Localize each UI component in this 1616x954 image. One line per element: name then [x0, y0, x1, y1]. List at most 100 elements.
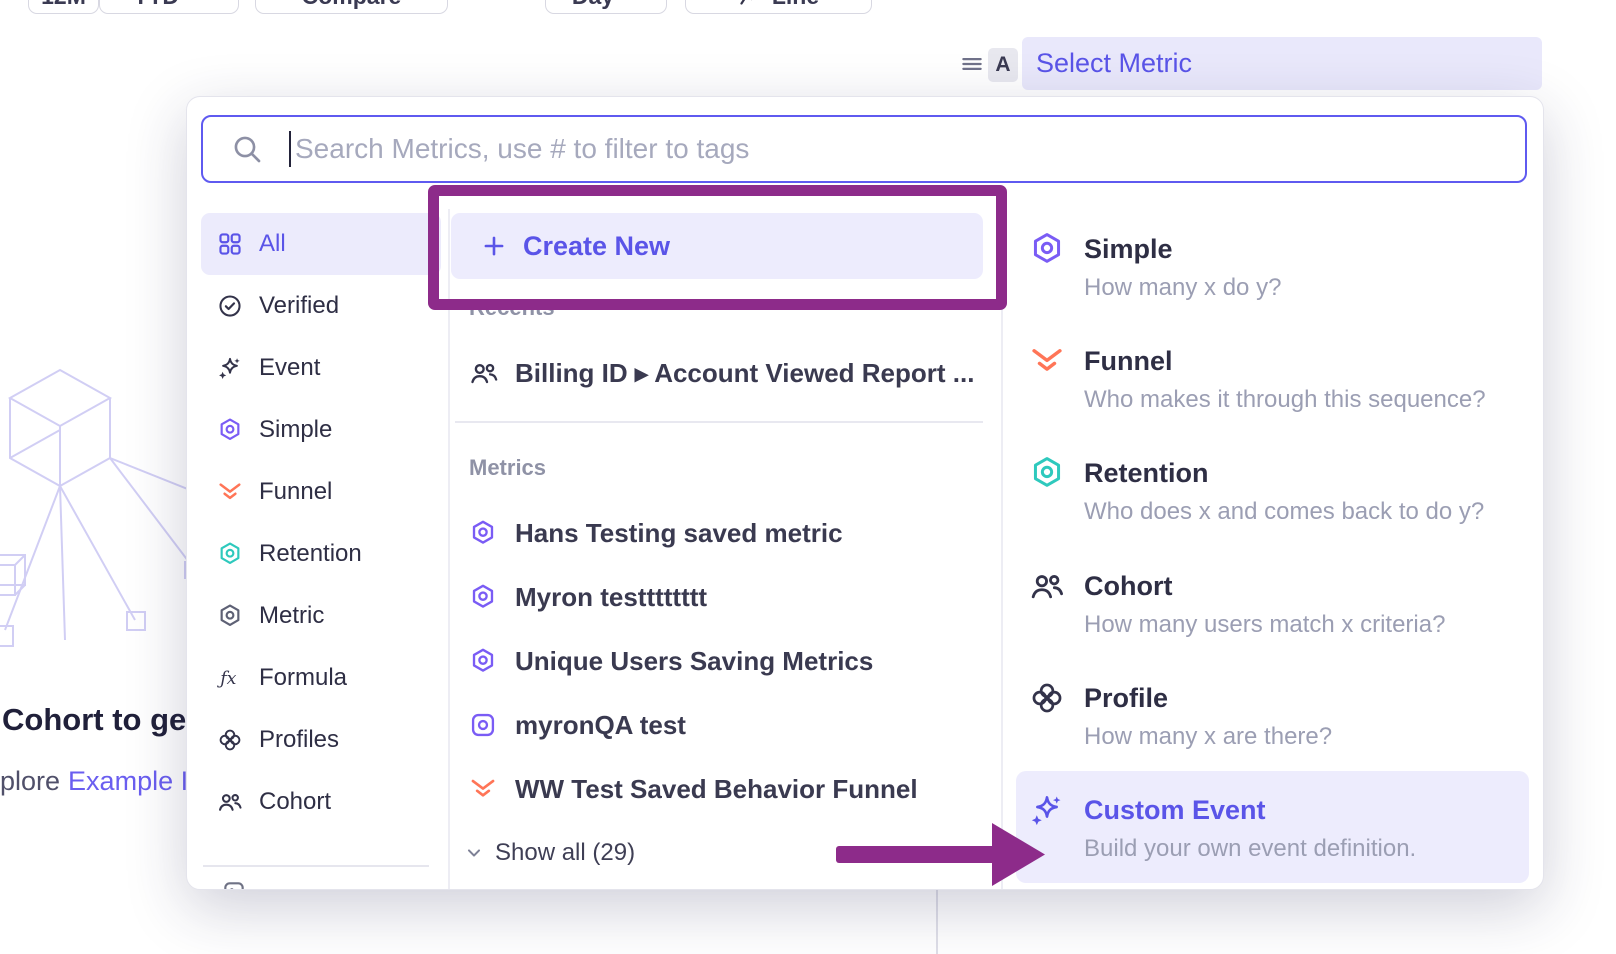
- panel-divider: [936, 889, 938, 954]
- metric-type-title: Cohort: [1084, 570, 1172, 602]
- funnel-icon: [217, 479, 243, 505]
- category-event[interactable]: Event: [201, 337, 441, 399]
- flower-icon: [217, 727, 243, 753]
- plus-icon: [481, 233, 507, 259]
- saved-metric-item[interactable]: Unique Users Saving Metrics: [469, 629, 873, 693]
- tag-icon: [221, 879, 247, 890]
- category-list: All Verified Event Simple Funnel Retenti…: [201, 213, 441, 890]
- search-input[interactable]: [291, 133, 1525, 165]
- category-label: Formula: [259, 664, 347, 692]
- select-metric-field[interactable]: Select Metric: [1022, 37, 1542, 90]
- category-label: Metric: [259, 602, 324, 630]
- category-profiles[interactable]: Profiles: [201, 709, 441, 771]
- category-label: Verified: [259, 292, 339, 320]
- hexagon-purple-icon: [469, 647, 497, 675]
- saved-metric-item[interactable]: WW Test Saved Behavior Funnel: [469, 757, 918, 821]
- grid-icon: [217, 231, 243, 257]
- category-simple[interactable]: Simple: [201, 399, 441, 461]
- category-verified[interactable]: Verified: [201, 275, 441, 337]
- metric-type-cohort[interactable]: Cohort How many users match x criteria?: [1016, 558, 1529, 662]
- saved-metric-item[interactable]: Hans Testing saved metric: [469, 501, 843, 565]
- compare-label: Compare: [302, 0, 402, 10]
- metric-type-description: Build your own event definition.: [1084, 834, 1416, 864]
- category-divider: [203, 865, 429, 867]
- category-label: Profiles: [259, 726, 339, 754]
- metric-type-title: Retention: [1084, 457, 1209, 489]
- category-label: Simple: [259, 416, 332, 444]
- category-label: All: [259, 230, 286, 258]
- metric-picker-modal: All Verified Event Simple Funnel Retenti…: [186, 96, 1544, 890]
- column-divider: [1001, 209, 1003, 890]
- select-metric-label: Select Metric: [1036, 48, 1192, 79]
- rounded-square-purple-icon: [469, 711, 497, 739]
- category-formula[interactable]: Formula: [201, 647, 441, 709]
- metric-type-title: Profile: [1084, 682, 1168, 714]
- range-12m-label: 12M: [41, 0, 86, 10]
- range-ytd-label: YTD: [133, 0, 179, 10]
- category-label: Event: [259, 354, 320, 382]
- category-label: Retention: [259, 540, 362, 568]
- category-all[interactable]: All: [201, 213, 441, 275]
- section-divider: [455, 421, 983, 423]
- metric-type-funnel[interactable]: Funnel Who makes it through this sequenc…: [1016, 333, 1529, 437]
- metric-type-custom-event[interactable]: Custom Event Build your own event defini…: [1016, 771, 1529, 883]
- metric-type-profile[interactable]: Profile How many x are there?: [1016, 670, 1529, 774]
- flower-icon: [1029, 680, 1065, 716]
- hexagon-purple-icon: [469, 519, 497, 547]
- saved-metric-label: WW Test Saved Behavior Funnel: [515, 774, 918, 805]
- column-divider: [448, 209, 450, 890]
- search-icon: [231, 133, 263, 165]
- category-label: Funnel: [259, 478, 332, 506]
- search-box[interactable]: [201, 115, 1527, 183]
- metric-type-description: How many x do y?: [1084, 273, 1281, 303]
- retention-icon: [217, 541, 243, 567]
- funnel-icon: [469, 775, 497, 803]
- recent-item[interactable]: Billing ID ▸ Account Viewed Report ...: [469, 345, 974, 401]
- category-cohort[interactable]: Cohort: [201, 771, 441, 833]
- granularity-day-button[interactable]: Day: [545, 0, 667, 14]
- people-icon: [217, 789, 243, 815]
- saved-metric-item[interactable]: myronQA test: [469, 693, 686, 757]
- people-icon: [469, 358, 499, 388]
- series-badge-label: A: [995, 53, 1010, 77]
- caret-down-icon: [189, 0, 205, 4]
- hexagon-gray-icon: [217, 603, 243, 629]
- example-link[interactable]: Example I: [68, 766, 188, 796]
- chart-type-line-button[interactable]: Line: [685, 0, 872, 14]
- metric-type-simple[interactable]: Simple How many x do y?: [1016, 221, 1529, 325]
- category-metric[interactable]: Metric: [201, 585, 441, 647]
- compare-button[interactable]: Compare: [255, 0, 448, 14]
- metric-type-description: Who does x and comes back to do y?: [1084, 497, 1484, 527]
- category-retention[interactable]: Retention: [201, 523, 441, 585]
- custom-sparkle-icon: [1029, 792, 1065, 828]
- saved-metric-label: Unique Users Saving Metrics: [515, 646, 873, 677]
- day-label: Day: [572, 0, 614, 10]
- hexagon-purple-icon: [1029, 231, 1065, 267]
- formula-icon: [217, 665, 243, 691]
- saved-metric-label: Hans Testing saved metric: [515, 518, 843, 549]
- drag-handle-icon[interactable]: [959, 51, 985, 77]
- saved-metric-label: myronQA test: [515, 710, 686, 741]
- metric-type-description: How many users match x criteria?: [1084, 610, 1445, 640]
- saved-metric-item[interactable]: Myron testttttttt: [469, 565, 707, 629]
- range-ytd-button[interactable]: YTD: [99, 0, 239, 14]
- show-all-label: Show all (29): [495, 839, 635, 867]
- line-label: Line: [772, 0, 819, 10]
- metric-type-retention[interactable]: Retention Who does x and comes back to d…: [1016, 445, 1529, 549]
- funnel-icon: [1029, 343, 1065, 379]
- category-funnel[interactable]: Funnel: [201, 461, 441, 523]
- empty-state-subtext: plore Example I: [0, 766, 188, 797]
- empty-state-wireframe-graphic: [0, 330, 215, 660]
- recents-heading: Recents: [469, 295, 555, 321]
- metric-type-title: Simple: [1084, 233, 1173, 265]
- sparkle-icon: [217, 355, 243, 381]
- range-12m-button[interactable]: 12M: [28, 0, 99, 14]
- caret-down-icon: [624, 0, 640, 4]
- metric-type-title: Funnel: [1084, 345, 1173, 377]
- show-all-button[interactable]: Show all (29): [463, 831, 635, 875]
- create-new-label: Create New: [523, 231, 670, 262]
- explore-prefix: plore: [0, 766, 60, 796]
- chevron-down-icon: [463, 842, 485, 864]
- category-label: Cohort: [259, 788, 331, 816]
- create-new-button[interactable]: Create New: [451, 213, 983, 279]
